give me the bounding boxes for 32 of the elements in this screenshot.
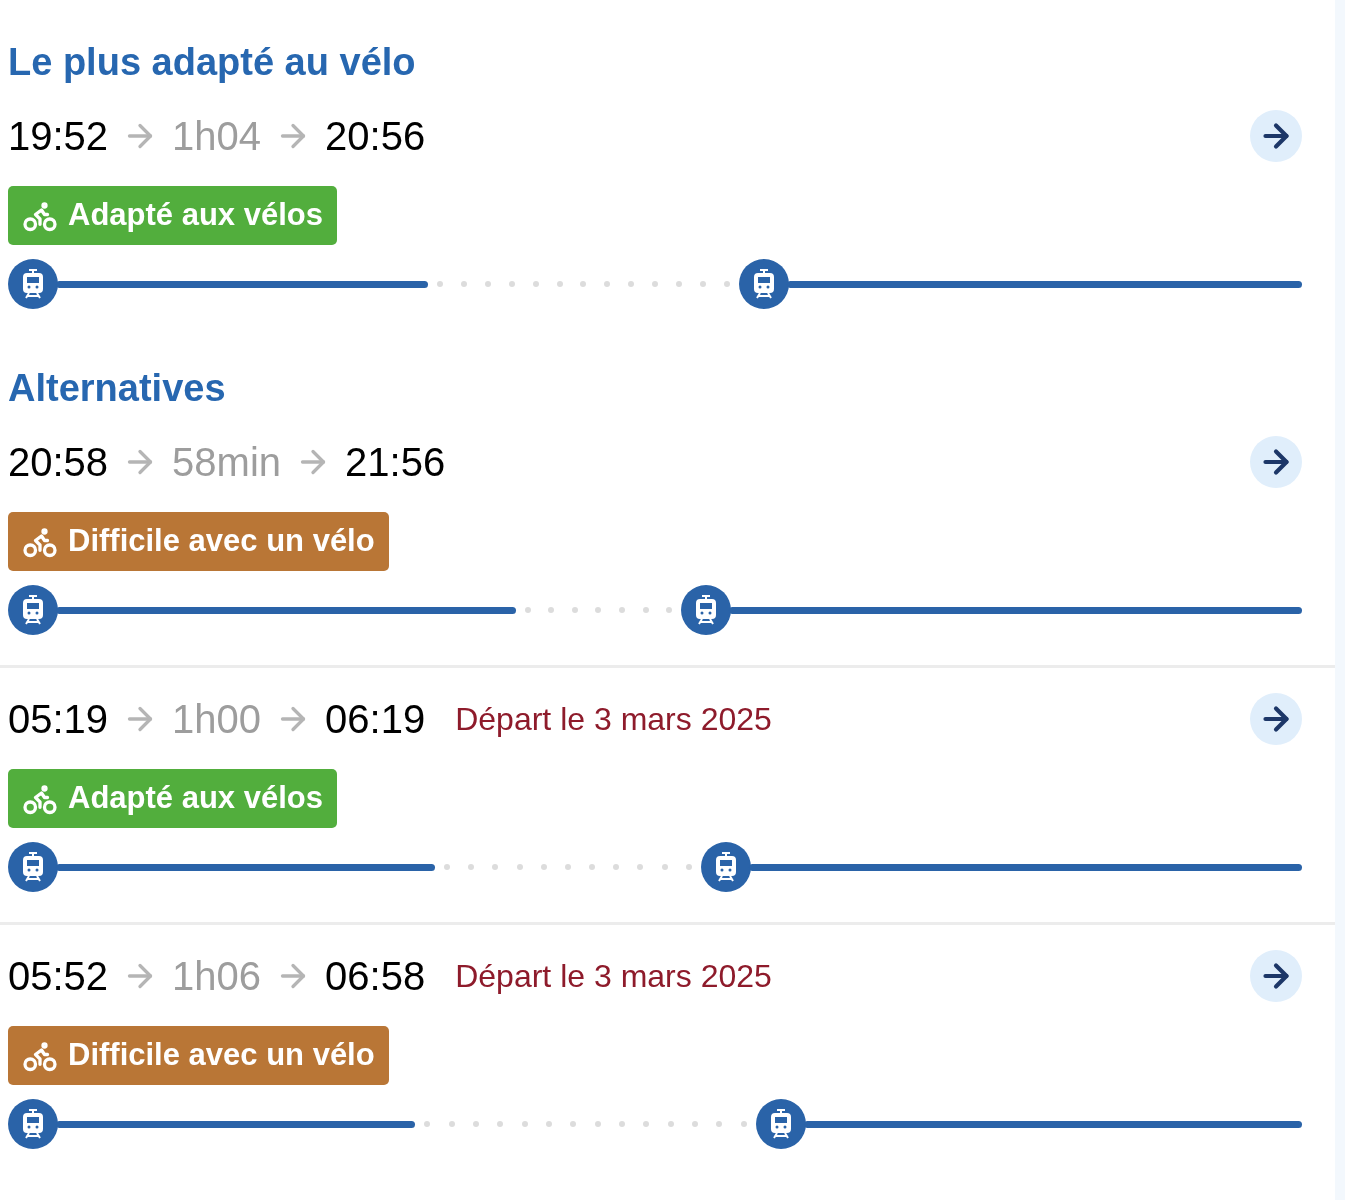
train-icon [8, 842, 58, 892]
train-icon [756, 1099, 806, 1149]
train-icon [8, 259, 58, 309]
arrival-time: 06:19 [325, 696, 426, 743]
departure-time: 19:52 [8, 113, 109, 160]
departure-time: 05:19 [8, 696, 109, 743]
badge-label: Difficile avec un vélo [68, 522, 375, 561]
train-icon [8, 1099, 58, 1149]
train-icon [681, 585, 731, 635]
section-heading: Le plus adapté au vélo [7, 40, 417, 85]
duration: 1h04 [172, 113, 262, 160]
arrival-time: 06:58 [325, 953, 426, 1000]
train-icon [701, 842, 751, 892]
departure-time: 20:58 [8, 439, 109, 486]
badge-label: Adapté aux vélos [68, 196, 323, 235]
train-icon [739, 259, 789, 309]
departure-date: Départ le 3 mars 2025 [455, 957, 772, 996]
departure-time: 05:52 [8, 953, 109, 1000]
departure-date: Départ le 3 mars 2025 [455, 700, 772, 739]
section-heading: Alternatives [7, 366, 227, 411]
train-icon [8, 585, 58, 635]
details-button[interactable] [1250, 950, 1302, 1002]
badge-label: Adapté aux vélos [68, 779, 323, 818]
duration: 58min [172, 439, 282, 486]
arrival-time: 21:56 [345, 439, 446, 486]
details-button[interactable] [1250, 693, 1302, 745]
badge-label: Difficile avec un vélo [68, 1036, 375, 1075]
details-button[interactable] [1250, 436, 1302, 488]
arrival-time: 20:56 [325, 113, 426, 160]
duration: 1h06 [172, 953, 262, 1000]
duration: 1h00 [172, 696, 262, 743]
details-button[interactable] [1250, 110, 1302, 162]
